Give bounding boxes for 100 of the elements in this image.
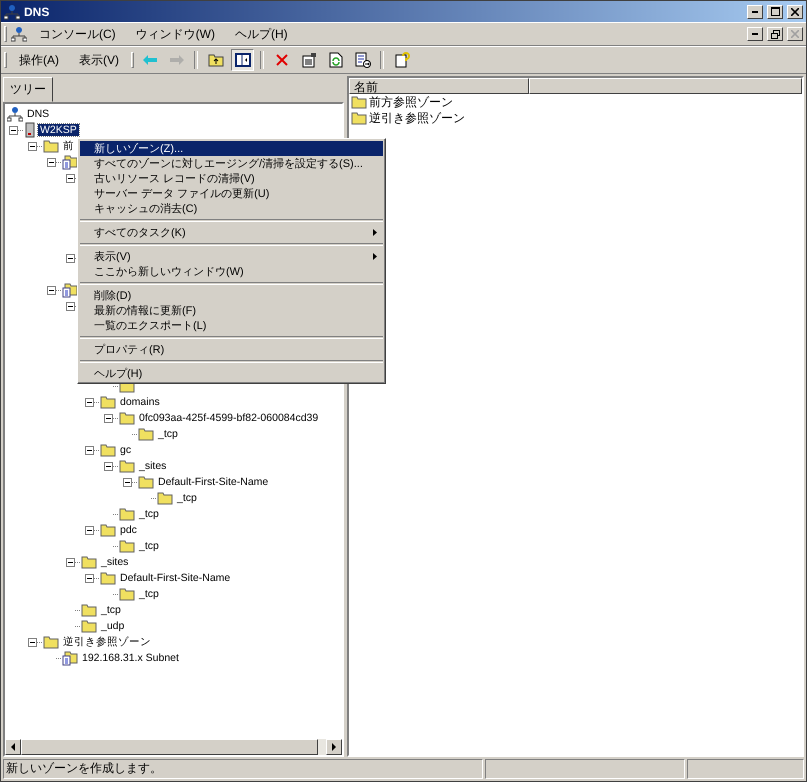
context-menu-item[interactable]: ここから新しいウィンドウ(W) bbox=[80, 264, 383, 279]
server-icon bbox=[24, 122, 36, 138]
expander-box[interactable] bbox=[104, 462, 113, 470]
tree-item[interactable]: _udp bbox=[99, 620, 126, 632]
submenu-arrow-icon bbox=[372, 229, 377, 236]
expander-box[interactable] bbox=[47, 158, 56, 166]
folder-icon bbox=[81, 619, 97, 633]
expander-box[interactable] bbox=[85, 446, 94, 454]
tree-item[interactable]: DNS bbox=[25, 108, 52, 120]
expander-box[interactable] bbox=[85, 398, 94, 406]
submenu-arrow-icon bbox=[372, 253, 377, 260]
minimize-button[interactable] bbox=[747, 4, 763, 18]
expander-box[interactable] bbox=[9, 126, 18, 134]
folder-icon bbox=[119, 507, 135, 521]
close-icon bbox=[791, 8, 799, 16]
tree-item[interactable]: _sites bbox=[99, 556, 130, 568]
context-menu-item[interactable]: サーバー データ ファイルの更新(U) bbox=[80, 186, 383, 201]
folder-icon bbox=[81, 603, 97, 617]
properties-icon bbox=[300, 52, 316, 68]
tree-item[interactable]: _tcp bbox=[156, 428, 180, 440]
back-arrow-icon bbox=[142, 54, 158, 66]
context-menu-item[interactable]: プロパティ(R) bbox=[80, 342, 383, 357]
expander-box[interactable] bbox=[85, 574, 94, 582]
context-menu-item[interactable]: 一覧のエクスポート(L) bbox=[80, 318, 383, 333]
context-menu-item[interactable]: キャッシュの消去(C) bbox=[80, 201, 383, 216]
context-menu-item[interactable]: 新しいゾーン(Z)... bbox=[80, 141, 383, 156]
folder-icon bbox=[351, 111, 367, 125]
tree-pane-icon bbox=[234, 53, 250, 67]
left-arrow-icon bbox=[10, 743, 16, 751]
folder-icon bbox=[138, 427, 154, 441]
minimize-button[interactable] bbox=[747, 27, 763, 41]
expander-box[interactable] bbox=[66, 174, 75, 182]
folder-icon bbox=[43, 139, 59, 153]
expander-box[interactable] bbox=[66, 558, 75, 566]
tree-item[interactable]: Default-First-Site-Name bbox=[118, 572, 232, 584]
horizontal-scrollbar[interactable] bbox=[5, 739, 342, 755]
minimize-icon bbox=[752, 33, 758, 35]
menu-item[interactable]: ウィンドウ(W) bbox=[128, 24, 223, 44]
tree-item[interactable]: domains bbox=[118, 396, 162, 408]
context-menu-item[interactable]: すべてのタスク(K) bbox=[80, 225, 383, 240]
context-menu-item[interactable]: 削除(D) bbox=[80, 288, 383, 303]
expander-box[interactable] bbox=[104, 414, 113, 422]
expander-box[interactable] bbox=[66, 254, 75, 262]
zone-folder-icon bbox=[62, 650, 78, 666]
folder-icon bbox=[119, 539, 135, 553]
maximize-button[interactable] bbox=[767, 4, 783, 18]
tree-item[interactable]: gc bbox=[118, 444, 134, 456]
tree-item[interactable]: _tcp bbox=[175, 492, 199, 504]
tree-item[interactable]: Default-First-Site-Name bbox=[156, 476, 270, 488]
window-title: DNS bbox=[24, 4, 50, 18]
tree-item[interactable]: _tcp bbox=[137, 588, 161, 600]
expander-box[interactable] bbox=[28, 638, 37, 646]
right-arrow-icon bbox=[332, 743, 336, 751]
tree-item[interactable]: 192.168.31.x Subnet bbox=[80, 652, 181, 664]
minimize-icon bbox=[752, 10, 758, 12]
expander-box[interactable] bbox=[47, 286, 56, 294]
menu-item[interactable]: コンソール(C) bbox=[31, 24, 124, 44]
column-header[interactable] bbox=[529, 78, 802, 94]
menu-item[interactable]: ヘルプ(H) bbox=[227, 24, 296, 44]
folder-icon bbox=[119, 411, 135, 425]
folder-icon bbox=[81, 555, 97, 569]
close-icon bbox=[791, 30, 799, 38]
context-menu-item[interactable]: ヘルプ(H) bbox=[80, 366, 383, 381]
status-text: 新しいゾーンを作成します。 bbox=[3, 759, 483, 779]
context-menu-item[interactable]: 表示(V) bbox=[80, 249, 383, 264]
folder-icon bbox=[100, 571, 116, 585]
restore-button[interactable] bbox=[767, 27, 783, 41]
list-item[interactable]: 逆引き参照ゾーン bbox=[369, 110, 465, 126]
network-icon bbox=[7, 106, 23, 122]
network-icon bbox=[11, 26, 27, 42]
tree-item[interactable]: _tcp bbox=[137, 540, 161, 552]
tree-item[interactable]: 前 bbox=[61, 139, 76, 153]
menu-item[interactable]: 表示(V) bbox=[71, 50, 127, 70]
context-menu-item[interactable]: 最新の情報に更新(F) bbox=[80, 303, 383, 318]
tree-item[interactable]: W2KSP bbox=[38, 124, 79, 136]
expander-box[interactable] bbox=[85, 526, 94, 534]
export-list-icon bbox=[354, 52, 370, 68]
column-header[interactable]: 名前 bbox=[349, 78, 529, 94]
network-icon bbox=[4, 4, 20, 20]
delete-icon bbox=[274, 53, 288, 67]
close-button[interactable] bbox=[787, 4, 803, 18]
expander-box[interactable] bbox=[28, 142, 37, 150]
tree-item[interactable]: pdc bbox=[118, 524, 139, 536]
tree-item[interactable]: _tcp bbox=[137, 508, 161, 520]
list-item[interactable]: 前方参照ゾーン bbox=[369, 94, 453, 110]
context-menu-item[interactable]: 古いリソース レコードの清掃(V) bbox=[80, 171, 383, 186]
menu-item[interactable]: 操作(A) bbox=[11, 50, 67, 70]
expander-box[interactable] bbox=[66, 302, 75, 310]
refresh-icon bbox=[328, 52, 342, 68]
toolbar-button[interactable] bbox=[231, 49, 254, 71]
folder-icon bbox=[100, 523, 116, 537]
tree-item[interactable]: _sites bbox=[137, 460, 168, 472]
tree-tab[interactable]: ツリー bbox=[3, 77, 53, 102]
tree-item[interactable]: 逆引き参照ゾーン bbox=[61, 635, 153, 649]
folder-icon bbox=[119, 459, 135, 473]
tree-item[interactable]: 0fc093aa-425f-4599-bf82-060084cd39 bbox=[137, 412, 320, 424]
expander-box[interactable] bbox=[123, 478, 132, 486]
folder-icon bbox=[100, 395, 116, 409]
tree-item[interactable]: _tcp bbox=[99, 604, 123, 616]
context-menu-item[interactable]: すべてのゾーンに対しエージング/清掃を設定する(S)... bbox=[80, 156, 383, 171]
